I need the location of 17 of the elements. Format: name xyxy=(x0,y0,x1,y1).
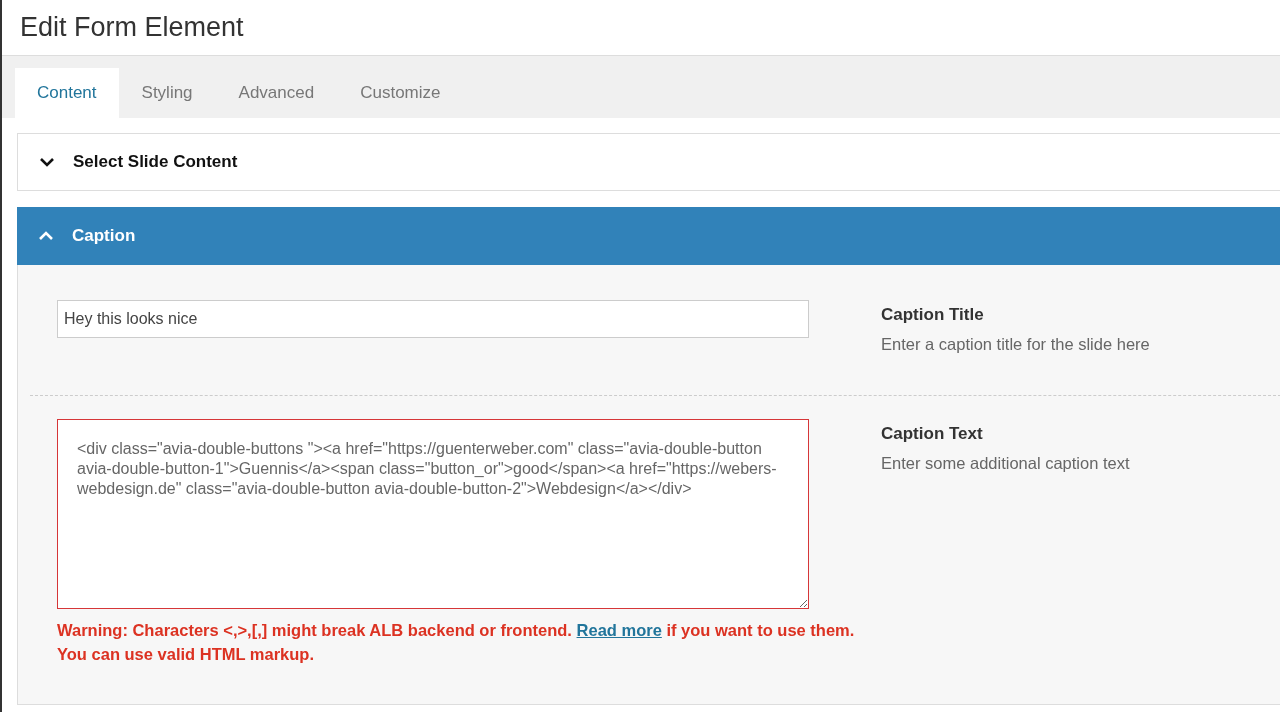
field-label: Caption Text xyxy=(881,423,984,446)
tab[interactable]: Customize xyxy=(337,68,464,118)
tab[interactable]: Advanced xyxy=(215,68,338,118)
warning-message: Warning: Characters <,>,[,] might break ALB backend or frontend. Read more if you want to use them. You can use valid HTML markup. xyxy=(57,620,856,666)
field-description: Enter some additional caption text xyxy=(881,452,1130,474)
accordion-header[interactable]: Caption xyxy=(17,207,1280,265)
chevron-down-icon xyxy=(39,157,55,167)
tab[interactable]: Styling xyxy=(118,68,216,118)
chevron-up-icon xyxy=(38,231,54,241)
field-description: Enter a caption title for the slide here xyxy=(881,333,1150,355)
read-more-link[interactable]: Read more xyxy=(576,621,662,640)
input-field[interactable]: Hey this looks nice xyxy=(57,300,809,338)
accordion-header[interactable]: Select Slide Content xyxy=(17,133,1280,191)
text-area[interactable]: <div class="avia-double-buttons "><a href="https://guenterweber.com" class="avia-double-button avia-double-button-1">Guennis</a><span class="button_or">good</span><a href="https://webers-webdesign.de" class="avia-double-button avia-double-button-2">Webdesign</a></div> xyxy=(57,419,809,610)
window-title: Edit Form Element xyxy=(20,11,244,45)
field-label: Caption Title xyxy=(881,304,985,326)
tab[interactable]: Content xyxy=(15,68,119,118)
